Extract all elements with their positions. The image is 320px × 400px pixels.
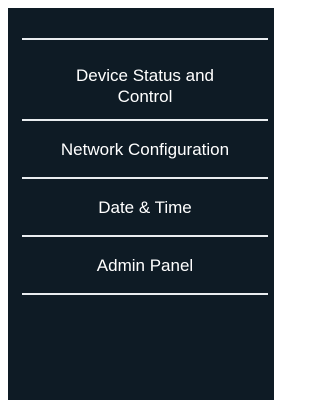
nav-divider xyxy=(22,293,268,295)
nav-item-label: Network Configuration xyxy=(60,139,230,159)
nav-item-device-status-control[interactable]: Device Status and Control xyxy=(22,40,268,119)
nav-item-label-line2: Control xyxy=(117,87,173,106)
nav-item-admin-panel[interactable]: Admin Panel xyxy=(22,237,268,293)
nav-item-network-configuration[interactable]: Network Configuration xyxy=(22,121,268,177)
nav-item-label: Admin Panel xyxy=(96,255,194,275)
sidebar-nav: Device Status and Control Network Config… xyxy=(8,8,274,400)
nav-item-date-time[interactable]: Date & Time xyxy=(22,179,268,235)
nav-item-label: Date & Time xyxy=(98,197,192,217)
nav-list: Device Status and Control Network Config… xyxy=(22,38,268,295)
nav-item-label-line1: Device Status and xyxy=(76,66,214,85)
